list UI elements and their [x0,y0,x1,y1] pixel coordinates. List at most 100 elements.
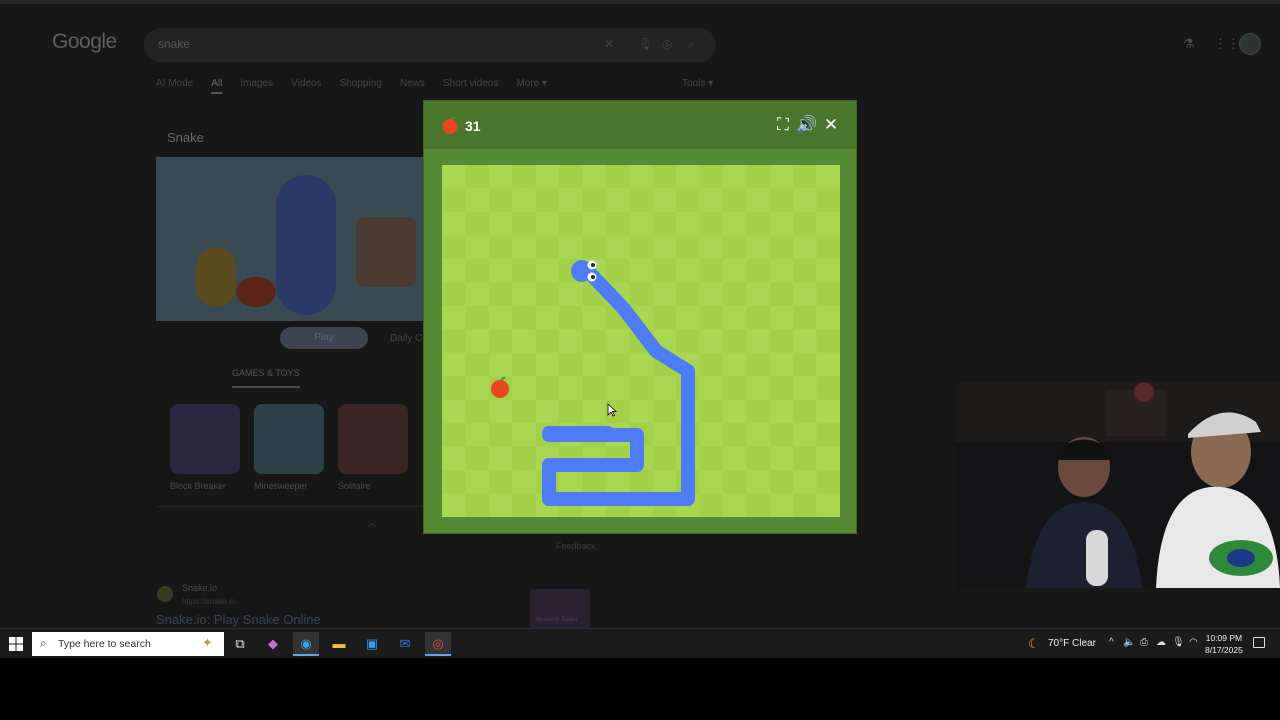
board-cell [793,352,818,377]
taskbar-search-placeholder[interactable]: Type here to search [58,638,151,650]
board-cell [582,470,607,495]
minesweeper-label[interactable]: Minesweeper [254,481,308,491]
board-cell [512,258,537,283]
chrome-icon[interactable]: ◎ [425,632,451,656]
avatar[interactable] [1239,33,1261,55]
board-cell [769,305,794,330]
device-tray-icon[interactable]: ⎙ [1140,637,1148,648]
feedback-link[interactable]: Feedback [556,541,596,551]
taskbar: ⌕ Type here to search ✦ ⧉ ◆ ◉ ▬ ▣ ✉ ◎ ☾ … [0,628,1280,658]
result-site-url[interactable]: https://snake.io [182,597,236,606]
board-cell [722,165,747,189]
solitaire-tile[interactable] [338,404,408,474]
store-icon[interactable]: ▣ [359,632,385,656]
play-button[interactable]: Play [280,327,368,349]
board-cell [722,376,747,401]
board-cell [605,165,630,189]
chevron-up-icon[interactable]: ^ [1109,637,1114,648]
board-cell [559,399,583,424]
board-cell [465,258,490,283]
board-cell [722,423,747,448]
sound-button[interactable]: 🔊 [796,114,818,136]
board-cell [465,399,490,424]
clock[interactable]: 10:09 PM 8/17/2025 [1205,632,1243,656]
file-explorer-icon[interactable]: ▬ [326,632,352,656]
microphone-tray-icon[interactable]: 🎙 [1172,637,1185,648]
task-view-icon[interactable]: ⧉ [227,632,253,656]
tab-videos[interactable]: Videos [291,78,321,94]
games-toys-heading[interactable]: GAMES & TOYS [232,368,300,388]
board-cell [676,188,701,213]
board-cell [793,446,818,471]
board-cell [582,165,607,189]
board-cell [442,470,466,495]
board-cell [465,423,490,448]
board-cell [488,188,513,213]
tab-news[interactable]: News [400,78,425,94]
board-cell [465,470,490,495]
google-logo[interactable]: Google [52,30,117,54]
board-cell [699,329,724,354]
board-cell [535,305,560,330]
tab-images[interactable]: Images [240,78,273,94]
solitaire-label[interactable]: Solitaire [338,481,371,491]
clear-icon[interactable]: ✕ [604,37,614,51]
game-board-canvas [442,165,840,517]
board-cell [535,235,560,260]
copilot-icon[interactable]: ◆ [260,632,286,656]
board-cell [722,235,747,260]
board-cell [816,258,840,283]
result-site-name[interactable]: Snake.io [182,583,217,593]
search-icon[interactable]: ⌕ [688,37,695,52]
tab-short-videos[interactable]: Short videos [443,78,499,94]
moon-weather-icon[interactable]: ☾ [1028,636,1040,652]
weather-text[interactable]: 70°F Clear [1048,638,1096,649]
volume-tray-icon[interactable]: 🔈 [1123,637,1135,648]
board-cell [652,282,677,307]
board-cell [722,446,747,471]
microphone-icon[interactable]: 🎙 [638,37,653,51]
block-breaker-tile[interactable] [170,404,240,474]
board-cell [465,352,490,377]
game-board[interactable] [442,165,840,517]
search-bar[interactable]: snake ✕ 🎙 ◎ ⌕ [144,28,716,62]
taskbar-search-box[interactable]: ⌕ Type here to search ✦ [32,632,224,656]
result-title-link[interactable]: Snake.io: Play Snake Online [156,612,321,627]
tab-all[interactable]: All [211,78,223,94]
board-cell [652,376,677,401]
board-cell [676,165,701,189]
outlook-icon[interactable]: ✉ [392,632,418,656]
tab-ai-mode[interactable]: AI Mode [156,78,193,94]
minesweeper-tile[interactable] [254,404,324,474]
board-cell [746,165,771,189]
windows-start-icon[interactable] [9,637,23,651]
onedrive-icon[interactable]: ☁ [1156,637,1166,648]
board-cell [465,235,490,260]
tools-button[interactable]: Tools ▾ [682,78,713,89]
board-cell [465,188,490,213]
search-input[interactable]: snake [158,37,190,51]
labs-icon[interactable]: ⚗ [1183,36,1195,52]
apps-grid-icon[interactable]: ⋮⋮ [1214,36,1240,52]
edge-icon[interactable]: ◉ [293,632,319,656]
tab-shopping[interactable]: Shopping [340,78,382,94]
board-cell [465,211,490,236]
fullscreen-button[interactable]: ⛶ [772,114,794,136]
notification-icon[interactable] [1253,637,1265,648]
snake-banner-image[interactable] [156,157,424,321]
chevron-up-icon[interactable]: ︿ [368,516,377,529]
tab-more[interactable]: More ▾ [516,78,547,94]
board-cell [488,165,513,189]
board-cell [652,188,677,213]
board-cell [652,211,677,236]
video-thumbnail[interactable]: Snake.io Trailer [530,589,590,629]
board-cell [629,188,654,213]
board-cell [605,470,630,495]
board-cell [559,329,583,354]
lens-icon[interactable]: ◎ [662,37,672,51]
close-button[interactable]: ✕ [820,114,842,136]
board-cell [769,329,794,354]
network-icon[interactable]: ◠ [1189,637,1198,648]
block-breaker-label[interactable]: Block Breaker [170,481,226,491]
board-cell [629,282,654,307]
